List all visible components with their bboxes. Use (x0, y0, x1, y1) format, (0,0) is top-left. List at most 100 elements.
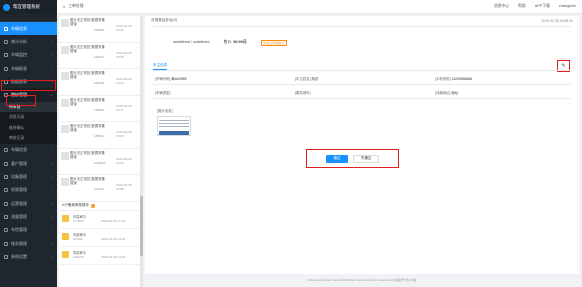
menu-toggle-icon[interactable]: ≡ (63, 5, 65, 9)
sidebar-item-8[interactable]: 设备管理 › (0, 170, 57, 183)
list-item[interactable]: 图片无正常拍 数据采集错误 165510 2019-02-28 15:20 (59, 122, 141, 149)
info-value: 测试 (311, 77, 319, 81)
user-menu[interactable]: zhangleile (559, 4, 576, 9)
info-key: [车辆号码] (155, 77, 171, 81)
sidebar-item-12[interactable]: 车险管理 › (0, 224, 57, 237)
info-field: [服务城市] (295, 90, 435, 95)
feed-item[interactable]: 内容审中 wi0995 2019-02-28 14:01 (59, 229, 141, 247)
list-item-code: 165516 (94, 107, 105, 112)
status-tag: 补充证件或备注 (260, 40, 287, 46)
list-item[interactable]: 图片无正常拍 数据采集错误 aa2017 2019-02-28 15:38 (59, 43, 141, 69)
app-logo[interactable]: 帮宜管理系统 (0, 0, 57, 14)
info-value: 粤A00989 (171, 77, 187, 81)
info-field: [详细地址] 地址 (435, 90, 573, 95)
reject-button[interactable]: 不通过 (353, 154, 379, 163)
scrollbar-thumb[interactable] (140, 196, 143, 256)
list-item-title: 图片无正常拍 数据采集错误 (70, 124, 105, 133)
lock-icon (4, 188, 8, 193)
feed-item-code: wi0995 (73, 236, 83, 241)
sidebar-item-label: 车辆信息 (11, 147, 27, 153)
count-badge: 1 (90, 203, 95, 208)
message-center-link[interactable]: 消息中心 (494, 4, 509, 9)
section-header: ICP备案审核操作 1 (59, 202, 141, 211)
gear-icon (4, 254, 8, 259)
sidebar-item-9[interactable]: 权限管理 › (0, 184, 57, 197)
app-download-link[interactable]: APP下载 (535, 4, 550, 9)
sidebar-item-label: 车辆信息 (11, 25, 27, 31)
ticket-list: 图片无正常拍 数据采集错误 356540 2019-02-28 15:40 图片… (59, 16, 141, 287)
folder-icon (62, 232, 69, 240)
divider (153, 98, 571, 99)
section-title: ICP备案审核操作 (62, 203, 89, 207)
list-item[interactable]: 图片无正常拍 数据采集错误 wi1415 2019-02-28 14:38 (59, 175, 141, 202)
sidebar-item-label: 客户管理 (11, 160, 27, 166)
divider (153, 84, 571, 85)
detail-summary: undefined / undefined 售价: ¥0.00元 补充证件或备注 (173, 40, 287, 46)
sidebar-item-label: 车险管理 (11, 227, 27, 233)
highlight-pending-item (6, 95, 36, 106)
sidebar-search[interactable] (0, 14, 57, 22)
feed-item[interactable]: 内容审中 FY0049 2019-02-28 11:22 (59, 211, 141, 229)
sidebar-item-label: 车辆监控 (11, 52, 27, 58)
chevron-right-icon: › (51, 66, 53, 71)
car-icon (4, 26, 8, 31)
chevron-right-icon: › (51, 148, 53, 153)
sidebar-item-11[interactable]: 流量管理 › (0, 210, 57, 223)
list-item[interactable]: 图片无正常拍 数据采集错误 aa0004 2019-02-28 15:31 (59, 69, 141, 96)
list-item[interactable]: 图片无正常拍 数据采集错误 356540 2019-02-28 15:40 (59, 16, 141, 43)
price-label: 售价: (223, 40, 233, 44)
tab-owner-info[interactable]: 车主信息 (153, 63, 168, 70)
sidebar-item-label: 流量管理 (11, 213, 27, 219)
user-icon (4, 161, 8, 166)
feed-item-code: FY0049 (73, 218, 84, 223)
sidebar-item-6[interactable]: 车辆信息 › (0, 144, 57, 157)
photo-thumbnail (61, 151, 69, 160)
divider (153, 70, 571, 71)
sidebar-item-13[interactable]: 账务管理 › (0, 237, 57, 250)
folder-icon (62, 250, 69, 258)
info-row: [车辆号码] 粤A00989 [车主姓名] 测试 [手机号码] 13255556… (155, 76, 573, 81)
submenu-item-history[interactable]: 审核记录 (0, 133, 57, 144)
sidebar-item-1[interactable]: 统计分析 › (0, 35, 57, 48)
sidebar-item-7[interactable]: 客户管理 › (0, 157, 57, 170)
info-row: [车辆类型] [服务城市] [详细地址] 地址 (155, 90, 573, 95)
sidebar-item-14[interactable]: 系统设置 › (0, 250, 57, 263)
info-value: 地址 (451, 91, 459, 95)
feed-item[interactable]: 内容审中 2a0049 2019-02-28 14:03 (59, 247, 141, 265)
list-item-title: 图片无正常拍 数据采集错误 (70, 97, 105, 106)
sidebar-item-10[interactable]: 运营管理 › (0, 197, 57, 210)
approve-button[interactable]: 通过 (326, 154, 348, 163)
sidebar-item-3[interactable]: 车辆报表 › (0, 62, 57, 75)
account-icon (4, 241, 8, 246)
photo-line (159, 123, 189, 125)
photo-thumbnail (61, 45, 69, 54)
list-item-date: 2019-02-28 15:27 (116, 103, 132, 112)
submenu-item-label: 审核记录 (9, 136, 25, 141)
list-item-date: 2019-02-28 15:20 (116, 130, 132, 139)
chevron-right-icon: › (51, 161, 53, 166)
sidebar-item-label: 运营管理 (11, 200, 27, 206)
detail-header: 可用易证补证(0) 2019-02-28 15:58:53 (145, 16, 579, 25)
info-field: [车主姓名] 测试 (295, 76, 435, 81)
list-item-code: aa2017 (94, 54, 105, 59)
list-item-date: 2019-02-28 14:55 (116, 156, 132, 165)
list-item[interactable]: 图片无正常拍 数据采集错误 wi28413 2019-02-28 14:55 (59, 149, 141, 175)
info-key: [车辆类型] (155, 91, 171, 95)
sidebar-item-2[interactable]: 车辆监控 › (0, 49, 57, 62)
info-field: [车辆号码] 粤A00989 (155, 76, 295, 81)
breadcrumb-item: 工单处理 (68, 4, 84, 8)
app-name: 帮宜管理系统 (13, 4, 40, 9)
help-link[interactable]: 帮助 (518, 4, 526, 9)
submenu-item-repair[interactable]: 维修确认 (0, 123, 57, 134)
chevron-right-icon: › (51, 175, 53, 180)
document-photo[interactable] (157, 116, 191, 136)
sidebar-item-0[interactable]: 车辆信息 (0, 22, 57, 36)
list-item-date: 2019-02-28 14:38 (116, 183, 132, 192)
submenu-item-messages[interactable]: 消息记录 (0, 112, 57, 123)
info-key: [手机号码] (435, 77, 451, 81)
app-root: 帮宜管理系统 车辆信息 统计分析 › 车辆监控 › 车辆报表 › 数据报表 › (0, 0, 582, 287)
list-scrollbar[interactable] (140, 16, 143, 287)
chevron-right-icon: › (51, 53, 53, 58)
list-item-date: 2019-02-28 15:31 (116, 77, 132, 86)
list-item[interactable]: 图片无正常拍 数据采集错误 165516 2019-02-28 15:27 (59, 96, 141, 122)
